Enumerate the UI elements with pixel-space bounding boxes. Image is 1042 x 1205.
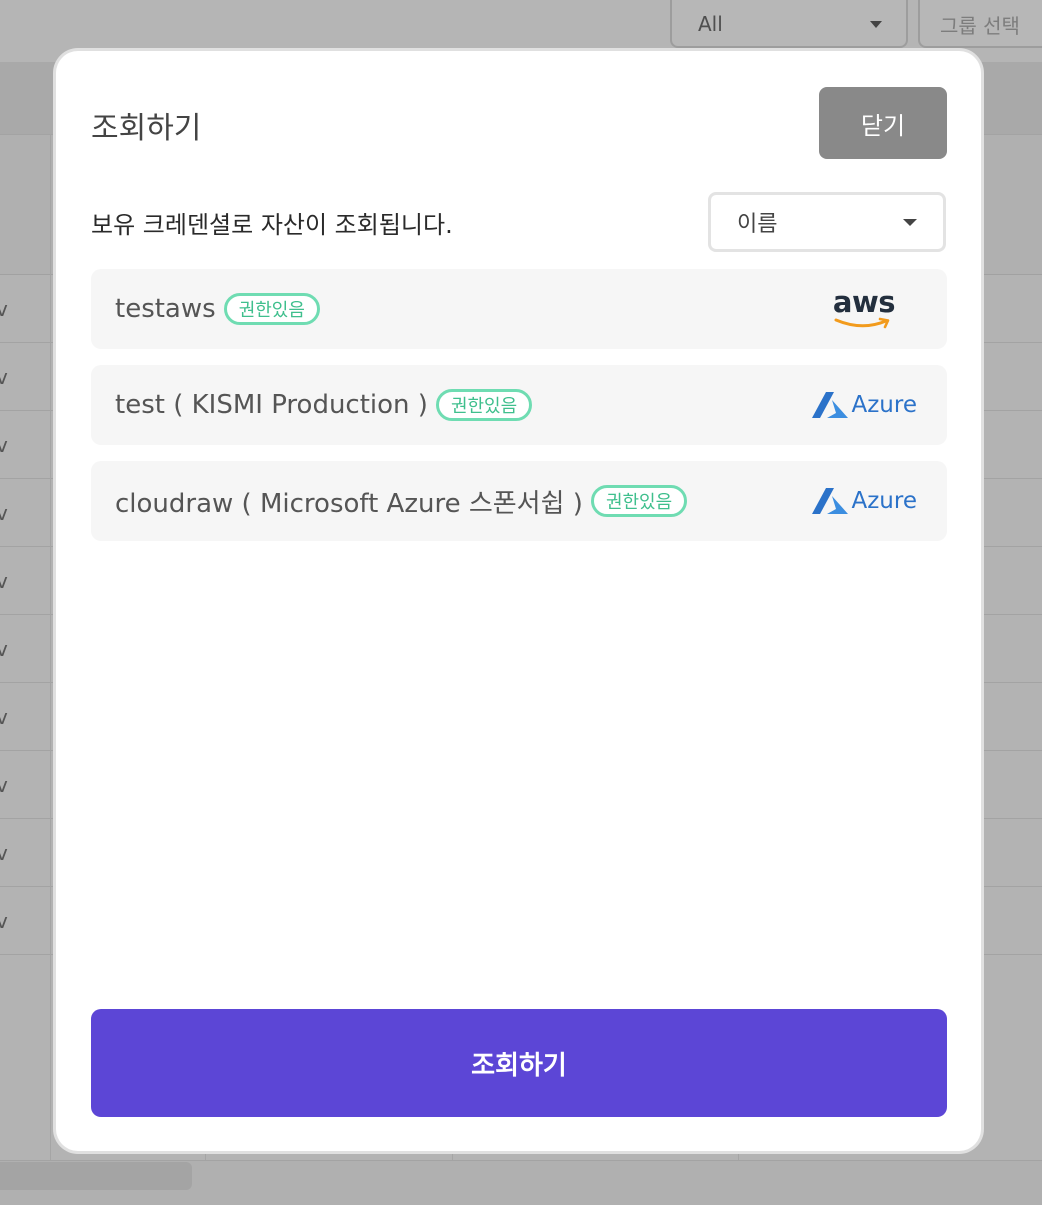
background-row-text: v	[0, 637, 8, 661]
background-filter-select[interactable]: All	[670, 0, 908, 48]
aws-logo-text: aws	[832, 284, 896, 319]
modal-title: 조회하기	[91, 111, 202, 146]
credential-item[interactable]: test ( KISMI Production ) 권한있음 Azure	[91, 365, 947, 445]
background-row-text: v	[0, 501, 8, 525]
query-submit-button[interactable]: 조회하기	[91, 1009, 947, 1117]
azure-logo: Azure	[811, 365, 918, 445]
background-group-select[interactable]: 그룹 선택	[918, 0, 1042, 48]
background-row-text: v	[0, 773, 8, 797]
sort-select-value: 이름	[737, 212, 778, 237]
credential-item[interactable]: cloudraw ( Microsoft Azure 스폰서쉽 ) 권한있음 A…	[91, 461, 947, 541]
background-row-text: v	[0, 909, 8, 933]
permission-badge: 권한있음	[435, 389, 533, 421]
background-filter-value: All	[698, 12, 723, 36]
credential-list: testaws 권한있음 aws test ( KISMI Production…	[91, 269, 947, 557]
chevron-down-icon	[870, 20, 882, 28]
credential-name: cloudraw ( Microsoft Azure 스폰서쉽 )	[115, 488, 583, 519]
close-button[interactable]: 닫기	[819, 87, 947, 159]
chevron-down-icon	[903, 218, 917, 226]
azure-logo: Azure	[811, 461, 918, 541]
credential-item[interactable]: testaws 권한있음 aws	[91, 269, 947, 349]
background-row-text: v	[0, 569, 8, 593]
background-column-divider	[50, 134, 51, 1164]
azure-logo-text: Azure	[851, 392, 918, 418]
background-group-placeholder: 그룹 선택	[940, 13, 1020, 38]
background-row-text: v	[0, 433, 8, 457]
permission-badge: 권한있음	[223, 293, 320, 325]
background-row-text: v	[0, 705, 8, 729]
background-horizontal-scrollbar[interactable]	[0, 1162, 192, 1190]
credential-name: test ( KISMI Production )	[115, 390, 428, 420]
sort-select[interactable]: 이름	[708, 192, 946, 252]
aws-smile-icon	[834, 317, 890, 328]
azure-logo-text: Azure	[851, 488, 918, 514]
background-row-text: v	[0, 841, 8, 865]
asset-query-modal: 조회하기 닫기 보유 크레덴셜로 자산이 조회됩니다. 이름 testaws 권…	[56, 51, 981, 1151]
background-row-text: v	[0, 297, 8, 321]
credential-name: testaws	[115, 294, 216, 324]
azure-icon	[811, 488, 848, 514]
permission-badge: 권한있음	[590, 485, 688, 517]
modal-subtitle: 보유 크레덴셜로 자산이 조회됩니다.	[91, 211, 453, 239]
azure-icon	[811, 392, 848, 418]
aws-logo: aws	[833, 269, 917, 349]
background-row-text: v	[0, 365, 8, 389]
